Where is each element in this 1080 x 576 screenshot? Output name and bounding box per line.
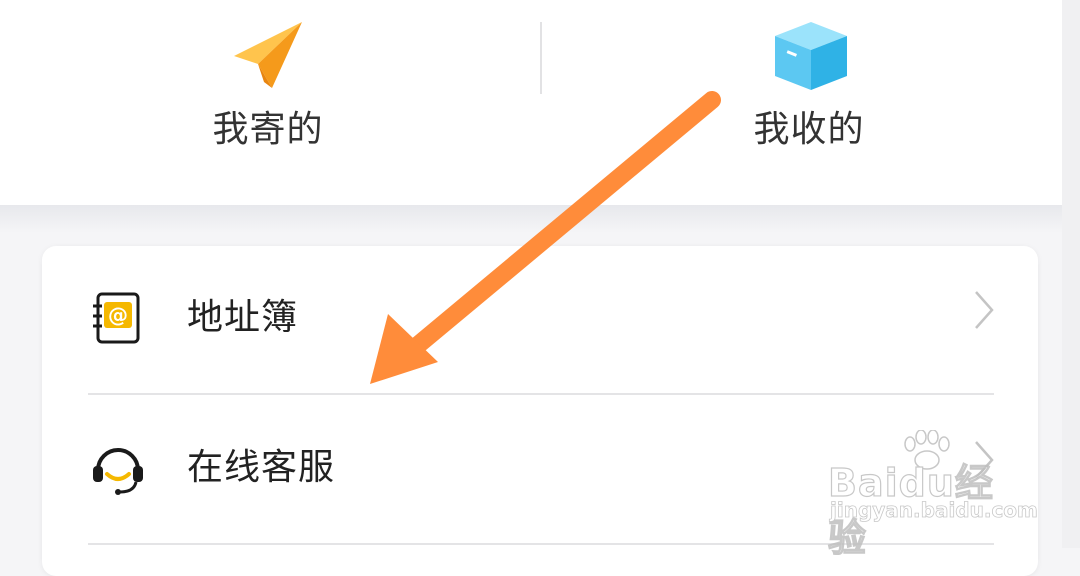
watermark-url: jingyan.baidu.com [830, 498, 1039, 523]
baidu-watermark: Baidu经验 jingyan.baidu.com [827, 430, 1038, 561]
